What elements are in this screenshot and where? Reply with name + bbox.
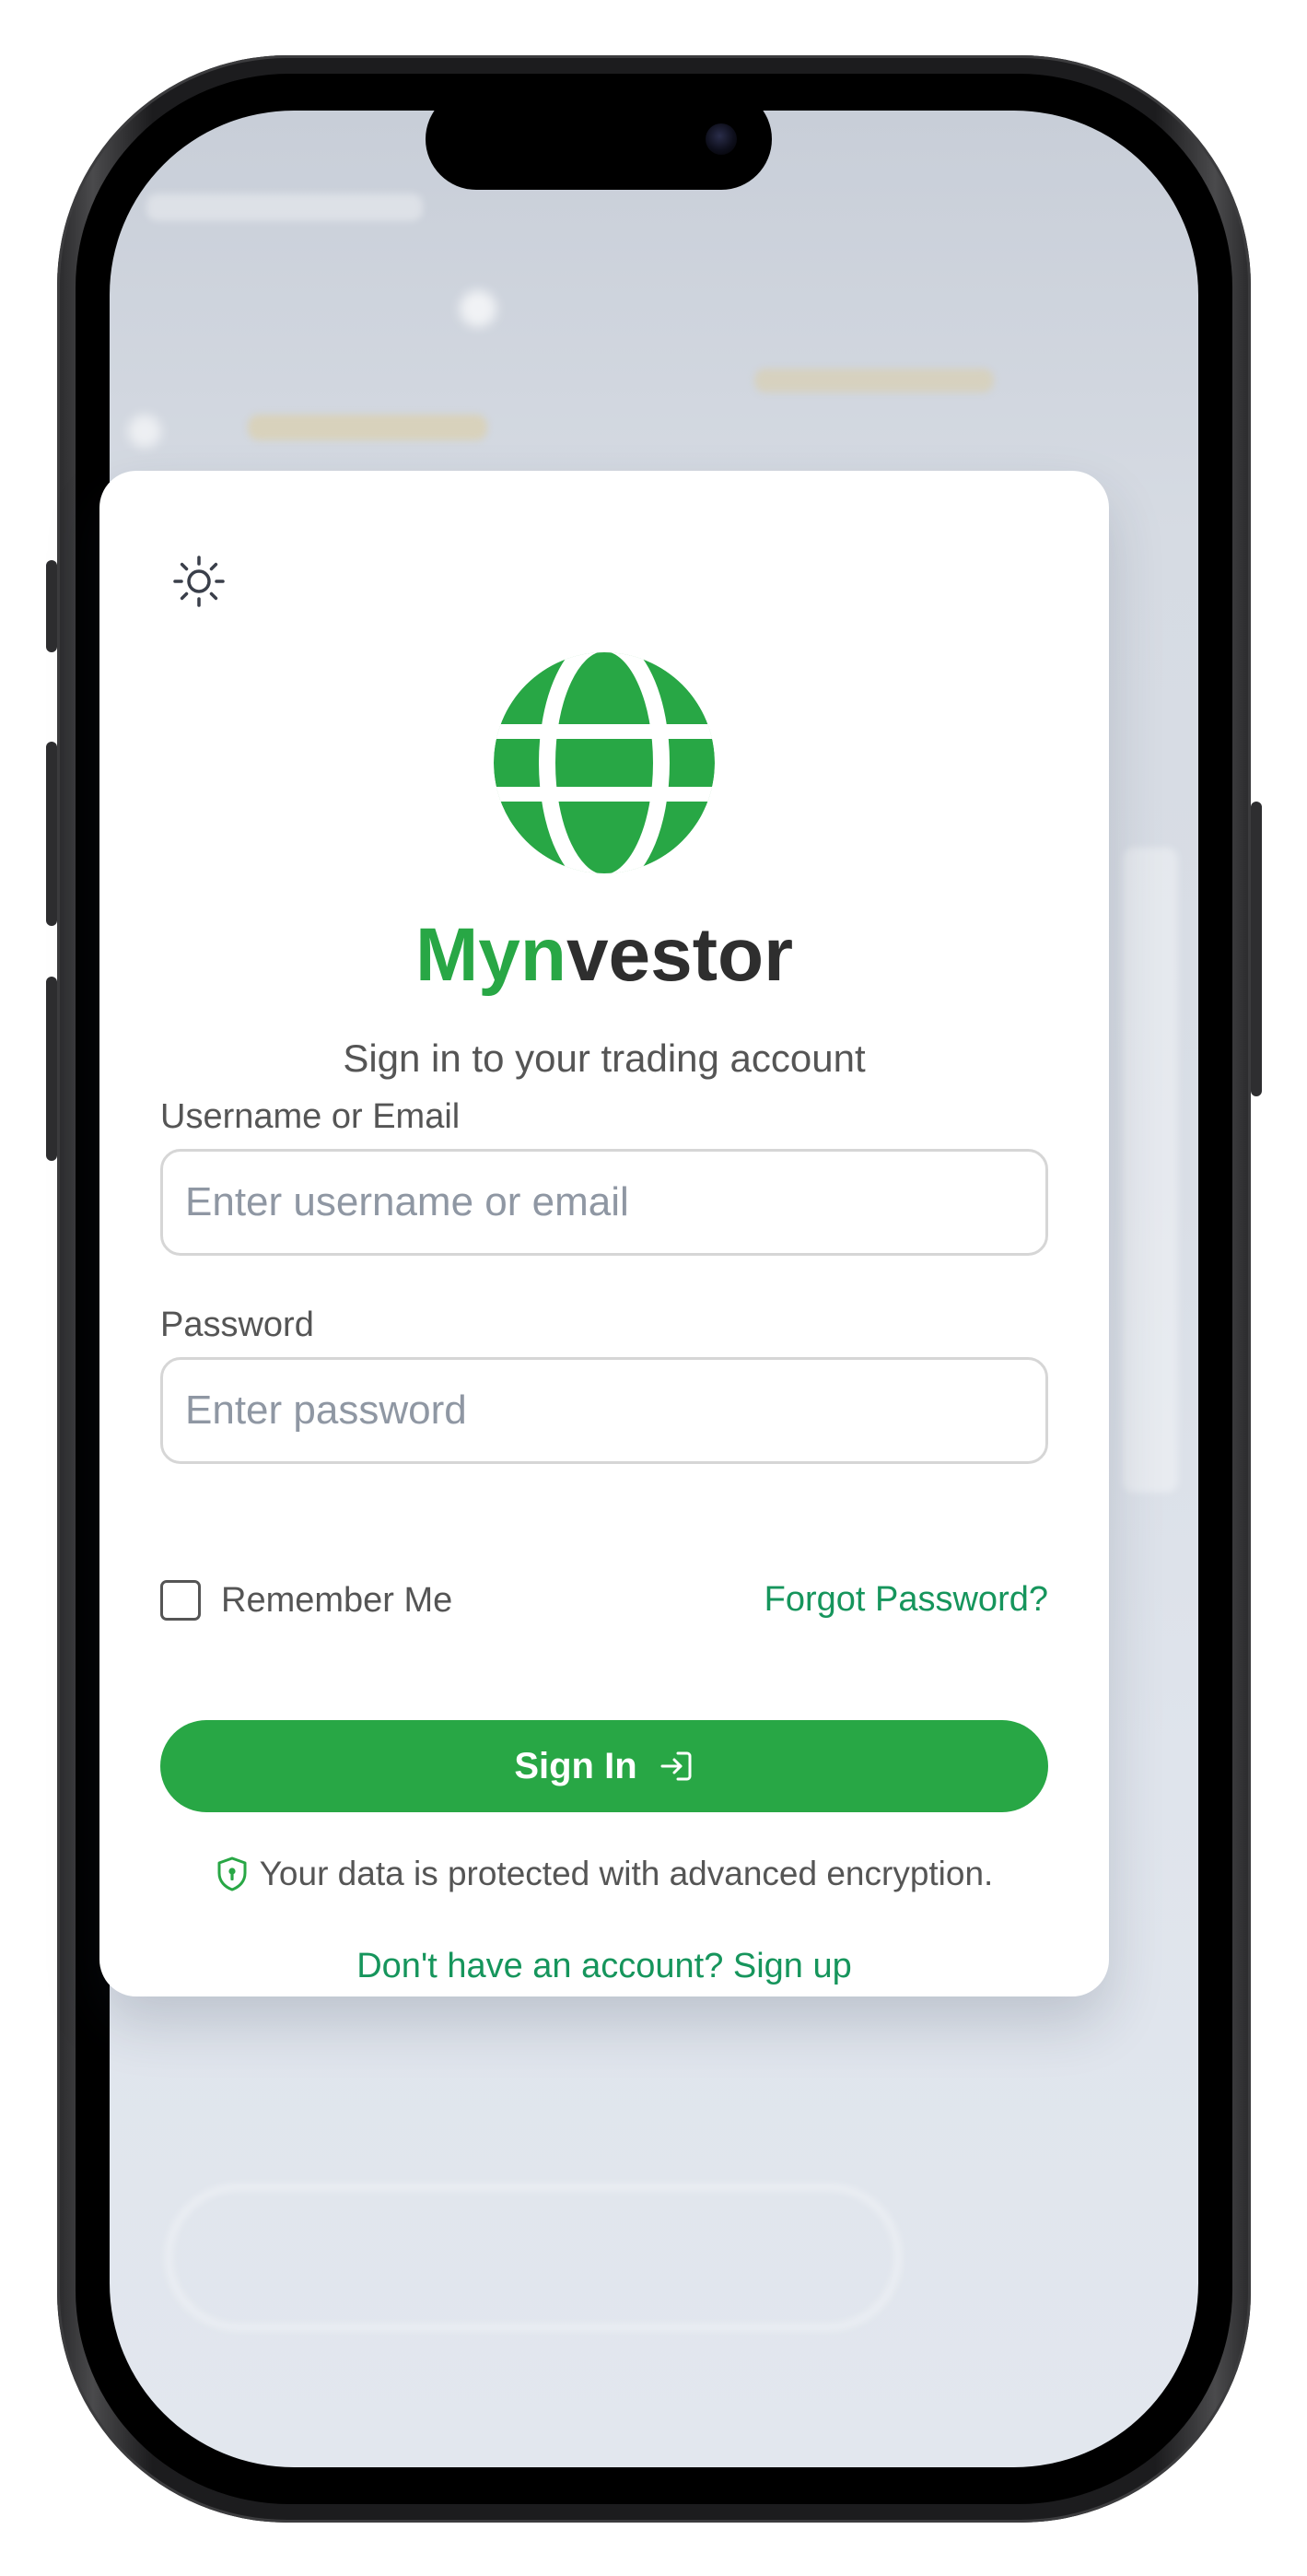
username-label: Username or Email: [160, 1097, 461, 1136]
volume-down-button: [46, 977, 57, 1161]
power-button: [1251, 802, 1262, 1096]
sign-in-label: Sign In: [514, 1745, 637, 1786]
password-label: Password: [160, 1306, 314, 1344]
remember-me-toggle[interactable]: Remember Me: [160, 1577, 452, 1623]
globe-icon: [494, 652, 715, 873]
security-notice: Your data is protected with advanced enc…: [99, 1855, 1109, 1893]
sign-in-button[interactable]: Sign In: [160, 1720, 1048, 1812]
remember-me-label: Remember Me: [221, 1580, 453, 1620]
background-decoration: [248, 415, 487, 440]
brand-prefix: Myn: [414, 913, 566, 997]
login-card: Mynvestor Sign in to your trading accoun…: [99, 471, 1109, 1996]
background-decoration: [754, 369, 994, 392]
password-input[interactable]: [160, 1357, 1048, 1464]
forgot-password-link[interactable]: Forgot Password?: [764, 1580, 1048, 1620]
theme-toggle-button[interactable]: [171, 554, 227, 609]
sun-icon: [173, 556, 225, 607]
background-decoration: [128, 415, 161, 448]
shield-icon: [217, 1856, 247, 1891]
volume-up-button: [46, 742, 57, 926]
security-text: Your data is protected with advanced enc…: [259, 1855, 994, 1892]
background-decoration: [165, 2184, 902, 2331]
background-decoration: [460, 290, 496, 327]
username-input[interactable]: [160, 1149, 1048, 1256]
background-decoration: [1123, 848, 1178, 1493]
remember-me-checkbox[interactable]: [160, 1580, 201, 1621]
dynamic-island: [426, 88, 772, 190]
page-subtitle: Sign in to your trading account: [343, 1036, 866, 1080]
background-decoration: [146, 193, 423, 221]
sign-up-link[interactable]: Don't have an account? Sign up: [99, 1947, 1109, 1986]
camera-icon: [706, 123, 737, 155]
brand-title: Mynvestor: [99, 918, 1109, 993]
brand-suffix: vestor: [566, 913, 794, 997]
log-in-icon: [660, 1751, 692, 1781]
action-button: [46, 560, 57, 652]
